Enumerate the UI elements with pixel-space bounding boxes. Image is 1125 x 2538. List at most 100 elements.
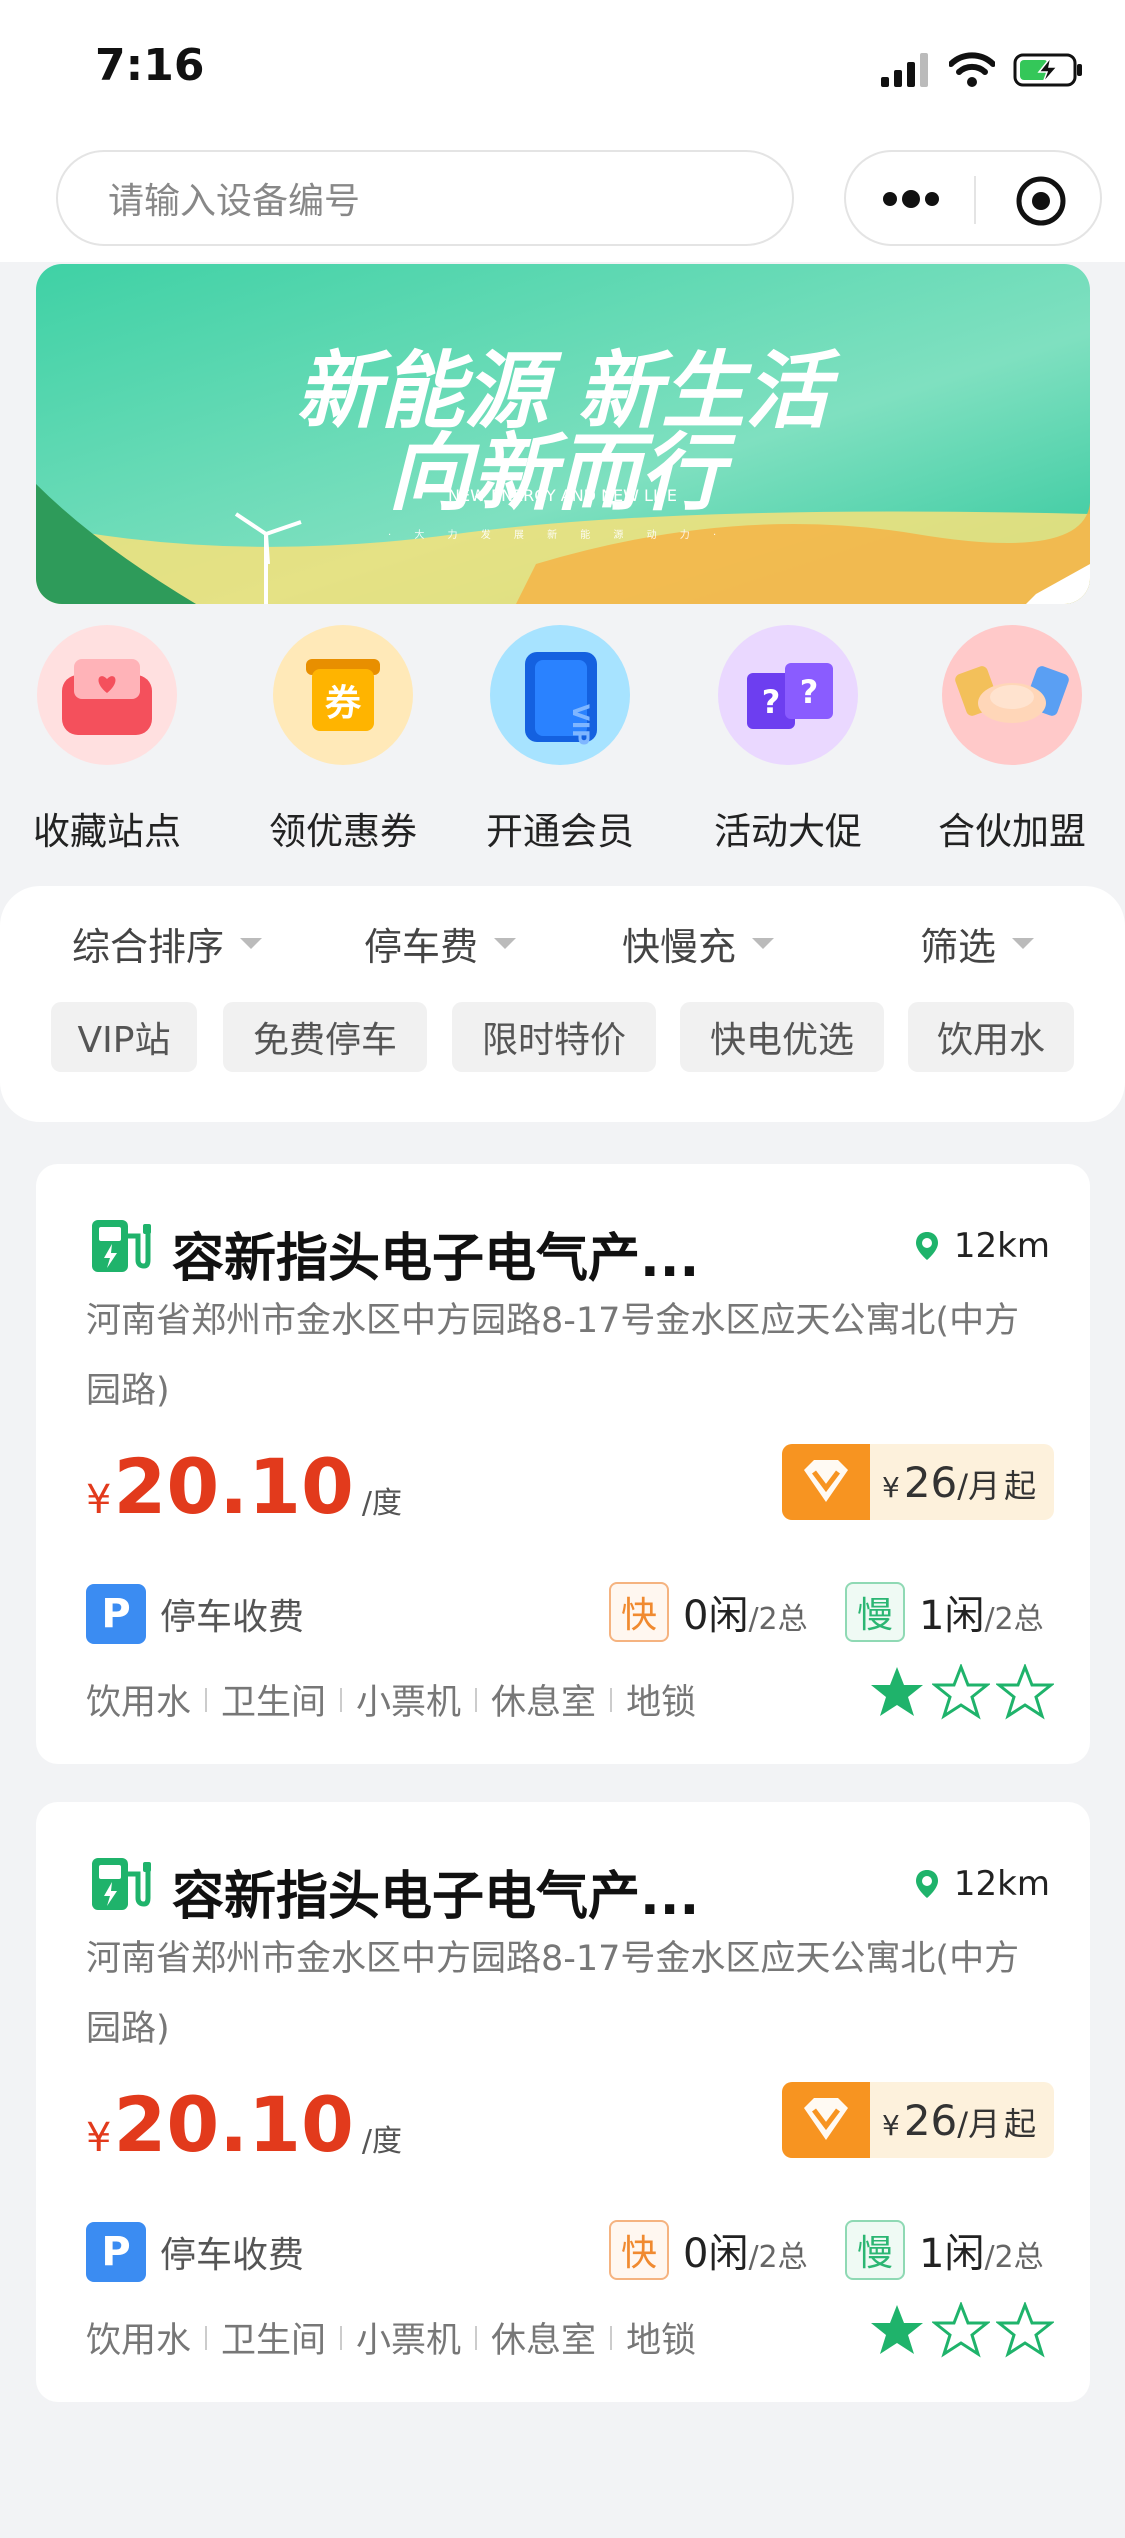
quick-action-label: 收藏站点 [33, 810, 181, 853]
battery-icon [1013, 53, 1082, 87]
star-filled-icon [871, 1667, 923, 1716]
sort-comprehensive[interactable]: 综合排序 [72, 916, 263, 971]
price-unit: /度 [361, 1486, 402, 1521]
parking-icon: P [86, 2222, 146, 2282]
station-distance: 12km [914, 1226, 1050, 1266]
quick-action-vip[interactable]: VIP 开通会员 [460, 625, 660, 855]
star-outline-icon [996, 1664, 1054, 1720]
slow-charger-status: 慢 1闲/2总 [845, 1582, 1044, 1642]
location-pin-icon [915, 1232, 938, 1260]
vip-price-text: ¥ 26 /月 起 [870, 2096, 1036, 2145]
star-outline-icon [996, 2302, 1054, 2358]
quick-action-label: 领优惠券 [269, 810, 417, 853]
favorite-station-icon [37, 625, 177, 765]
station-price: ¥ 20.10 /度 [86, 1442, 402, 1531]
amenity-item: 小票机 [356, 2321, 462, 2361]
station-name: 容新指头电子电气产... [172, 1229, 700, 1289]
promo-box-icon: ? ? [718, 625, 858, 765]
vip-unit: /月 [957, 1466, 1001, 1505]
banner-subtitle: NEW ENERGY AND NEW LIFE [448, 486, 677, 505]
fast-charger-status: 快 0闲/2总 [609, 2220, 808, 2280]
vip-price-text: ¥ 26 /月 起 [870, 1458, 1036, 1507]
quick-action-favorites[interactable]: 收藏站点 [7, 625, 207, 855]
price-unit: /度 [361, 2124, 402, 2159]
slow-idle: 1闲 [919, 2231, 985, 2277]
promo-banner[interactable]: 新能源 新生活 向新而行 NEW ENERGY AND NEW LIFE · 大… [36, 264, 1090, 604]
vip-suffix: 起 [1004, 1466, 1037, 1505]
vip-diamond-icon [782, 2082, 870, 2158]
star-filled-icon [871, 2305, 923, 2354]
station-rating [868, 1664, 1054, 1720]
fast-idle: 0闲 [683, 2231, 749, 2277]
amenity-item: 小票机 [356, 1683, 462, 1723]
sort-parking-fee[interactable]: 停车费 [364, 916, 517, 971]
search-input[interactable]: 请输入设备编号 [56, 150, 794, 246]
sort-label: 停车费 [364, 925, 479, 969]
quick-action-promo[interactable]: ? ? 活动大促 [688, 625, 888, 855]
svg-text:?: ? [800, 673, 819, 711]
station-card[interactable]: 容新指头电子电气产... 12km 河南省郑州市金水区中方园路8-17号金水区应… [36, 1164, 1090, 1764]
parking-text: 停车收费 [160, 1597, 305, 1638]
quick-action-label: 活动大促 [714, 810, 862, 853]
amenity-item: 饮用水 [86, 2321, 192, 2361]
star-outline-icon [932, 1664, 990, 1720]
filter-tag-fast-charge[interactable]: 快电优选 [680, 1002, 884, 1072]
slow-total: /2总 [984, 1602, 1044, 1637]
sort-label: 筛选 [920, 925, 997, 969]
amenity-item: 卫生间 [221, 1683, 327, 1723]
quick-action-partner[interactable]: 合伙加盟 [912, 625, 1112, 855]
fast-charge-badge: 快 [609, 1582, 669, 1642]
fast-total: /2总 [748, 1602, 808, 1637]
vip-price-badge[interactable]: ¥ 26 /月 起 [782, 2082, 1054, 2158]
station-price: ¥ 20.10 /度 [86, 2080, 402, 2169]
fast-charger-status: 快 0闲/2总 [609, 1582, 808, 1642]
parking-info: P 停车收费 [86, 2222, 304, 2282]
charging-station-icon [92, 1220, 151, 1272]
status-time: 7:16 [95, 40, 205, 91]
distance-value: 12km [953, 1226, 1050, 1266]
price-amount: 20.10 [113, 2080, 354, 2169]
vip-unit: /月 [957, 2104, 1001, 2143]
handshake-icon [942, 625, 1082, 765]
station-address: 河南省郑州市金水区中方园路8-17号金水区应天公寓北(中方园路) [86, 1939, 1020, 2049]
price-amount: 20.10 [113, 1442, 354, 1531]
amenities-list: 饮用水 卫生间 小票机 休息室 地锁 [86, 1674, 696, 1725]
quick-action-coupons[interactable]: 券 领优惠券 [243, 625, 443, 855]
amenity-item: 地锁 [626, 2321, 697, 2361]
svg-text:券: 券 [325, 683, 362, 724]
amenity-item: 饮用水 [86, 1683, 192, 1723]
slow-idle: 1闲 [919, 1593, 985, 1639]
sort-label: 综合排序 [72, 925, 225, 969]
sort-filter[interactable]: 筛选 [920, 916, 1035, 971]
vip-diamond-icon [782, 1444, 870, 1520]
quick-action-label: 合伙加盟 [938, 810, 1086, 853]
amenity-item: 休息室 [491, 1683, 597, 1723]
fast-idle: 0闲 [683, 1593, 749, 1639]
more-icon[interactable] [882, 188, 940, 210]
vip-price-badge[interactable]: ¥ 26 /月 起 [782, 1444, 1054, 1520]
slow-total: /2总 [984, 2240, 1044, 2275]
station-address: 河南省郑州市金水区中方园路8-17号金水区应天公寓北(中方园路) [86, 1301, 1020, 1411]
svg-text:?: ? [762, 683, 781, 721]
quick-action-label: 开通会员 [486, 810, 634, 853]
amenities-list: 饮用水 卫生间 小票机 休息室 地锁 [86, 2312, 696, 2363]
filter-tag-special-price[interactable]: 限时特价 [452, 1002, 656, 1072]
charging-station-icon [92, 1858, 151, 1910]
filter-tag-free-parking[interactable]: 免费停车 [223, 1002, 427, 1072]
price-currency: ¥ [86, 2115, 112, 2161]
status-icons [881, 50, 1085, 90]
amenity-item: 卫生间 [221, 2321, 327, 2361]
fast-charge-badge: 快 [609, 2220, 669, 2280]
sort-label: 快慢充 [622, 925, 737, 969]
search-placeholder: 请输入设备编号 [108, 181, 361, 222]
top-bar: 7:16 请输入设备编号 [0, 0, 1125, 262]
filter-tag-water[interactable]: 饮用水 [908, 1002, 1074, 1072]
close-miniprogram-icon[interactable] [1014, 174, 1068, 228]
price-currency: ¥ [86, 1477, 112, 1523]
amenity-item: 地锁 [626, 1683, 697, 1723]
sort-charge-speed[interactable]: 快慢充 [622, 916, 775, 971]
vip-price: 26 [903, 2095, 958, 2145]
station-card[interactable]: 容新指头电子电气产... 12km 河南省郑州市金水区中方园路8-17号金水区应… [36, 1802, 1090, 2402]
filter-tag-vip[interactable]: VIP站 [51, 1002, 197, 1072]
vip-currency: ¥ [882, 1470, 900, 1504]
